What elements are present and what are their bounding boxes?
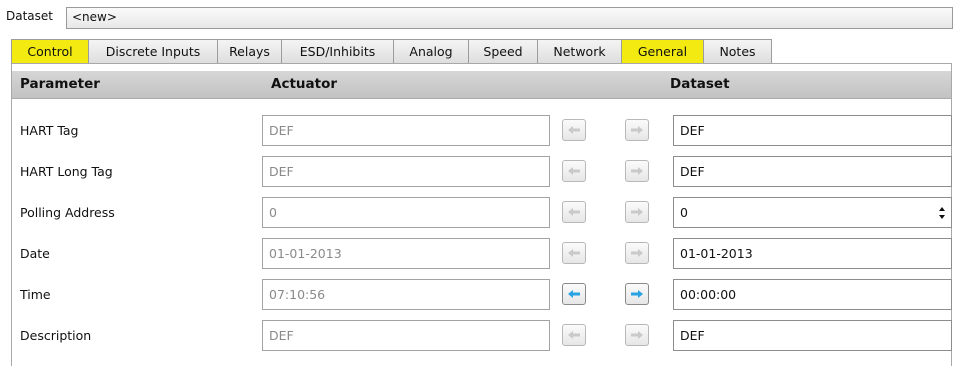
tab-label: Analog [409, 44, 453, 59]
tab-network[interactable]: Network [537, 39, 622, 63]
tab-label: ESD/Inhibits [299, 44, 376, 59]
copy-to-dataset-button[interactable] [625, 324, 649, 346]
table-header: Parameter Actuator Dataset [12, 71, 951, 99]
actuator-value: DEF [262, 115, 550, 146]
tab-strip: Control Discrete Inputs Relays ESD/Inhib… [11, 39, 772, 63]
tab-notes[interactable]: Notes [703, 39, 772, 63]
param-label: Date [20, 246, 50, 261]
general-panel: Parameter Actuator Dataset HART Tag DEF … [11, 63, 952, 366]
copy-to-actuator-button[interactable] [562, 201, 586, 223]
copy-to-actuator-button[interactable] [562, 160, 586, 182]
copy-to-actuator-button[interactable] [562, 242, 586, 264]
param-label: Polling Address [20, 205, 115, 220]
tab-discrete-inputs[interactable]: Discrete Inputs [88, 39, 218, 63]
actuator-value: DEF [262, 320, 550, 351]
actuator-value: 01-01-2013 [262, 238, 550, 269]
tab-label: Control [27, 44, 73, 59]
dataset-value-field[interactable]: DEF [673, 320, 952, 351]
arrow-left-icon [568, 167, 580, 175]
copy-to-dataset-button[interactable] [625, 242, 649, 264]
tab-label: Network [553, 44, 606, 59]
dataset-value-field[interactable]: DEF [673, 156, 952, 187]
arrow-left-icon [568, 331, 580, 339]
tab-speed[interactable]: Speed [468, 39, 538, 63]
actuator-value: DEF [262, 156, 550, 187]
dataset-selector[interactable]: <new> [66, 7, 953, 29]
param-label: Description [20, 328, 92, 343]
dataset-bar: Dataset <new> [0, 0, 953, 36]
copy-to-dataset-button[interactable] [625, 283, 649, 305]
tab-control[interactable]: Control [11, 39, 89, 63]
copy-to-actuator-button[interactable] [562, 119, 586, 141]
arrow-right-icon [631, 331, 643, 339]
header-actuator: Actuator [271, 76, 338, 92]
header-parameter: Parameter [20, 76, 100, 92]
tab-label: Discrete Inputs [105, 44, 201, 59]
copy-to-actuator-button[interactable] [562, 283, 586, 305]
polling-address-stepper[interactable]: 0 [673, 197, 952, 228]
param-row: HART Long Tag DEF DEF [12, 156, 952, 187]
spinner-icon[interactable] [937, 202, 947, 224]
tab-label: Speed [483, 44, 523, 59]
actuator-value: 07:10:56 [262, 279, 550, 310]
param-row: Date 01-01-2013 01-01-2013 [12, 238, 952, 269]
copy-to-dataset-button[interactable] [625, 119, 649, 141]
param-row: Polling Address 0 0 [12, 197, 952, 228]
dataset-label: Dataset [6, 9, 53, 23]
arrow-right-icon [631, 290, 643, 298]
copy-to-dataset-button[interactable] [625, 160, 649, 182]
copy-to-actuator-button[interactable] [562, 324, 586, 346]
arrow-left-icon [568, 126, 580, 134]
dataset-value-field[interactable]: DEF [673, 115, 952, 146]
param-label: Time [20, 287, 51, 302]
arrow-right-icon [631, 167, 643, 175]
copy-to-dataset-button[interactable] [625, 201, 649, 223]
arrow-left-icon [568, 290, 580, 298]
arrow-left-icon [568, 249, 580, 257]
stepper-value: 0 [680, 205, 688, 220]
arrow-left-icon [568, 208, 580, 216]
arrow-right-icon [631, 208, 643, 216]
param-row: Time 07:10:56 00:00:00 [12, 279, 952, 310]
tab-label: Notes [719, 44, 756, 59]
param-label: HART Tag [20, 123, 79, 138]
tab-general[interactable]: General [621, 39, 704, 63]
param-row: Description DEF DEF [12, 320, 952, 351]
arrow-right-icon [631, 249, 643, 257]
arrow-right-icon [631, 126, 643, 134]
tab-relays[interactable]: Relays [217, 39, 282, 63]
tab-esd-inhibits[interactable]: ESD/Inhibits [281, 39, 394, 63]
dataset-value-field[interactable]: 00:00:00 [673, 279, 952, 310]
actuator-value: 0 [262, 197, 550, 228]
param-label: HART Long Tag [20, 164, 113, 179]
dataset-value-field[interactable]: 01-01-2013 [673, 238, 952, 269]
param-row: HART Tag DEF DEF [12, 115, 952, 146]
tab-label: Relays [229, 44, 270, 59]
tab-label: General [637, 44, 688, 59]
header-dataset: Dataset [670, 76, 730, 92]
tab-analog[interactable]: Analog [393, 39, 469, 63]
